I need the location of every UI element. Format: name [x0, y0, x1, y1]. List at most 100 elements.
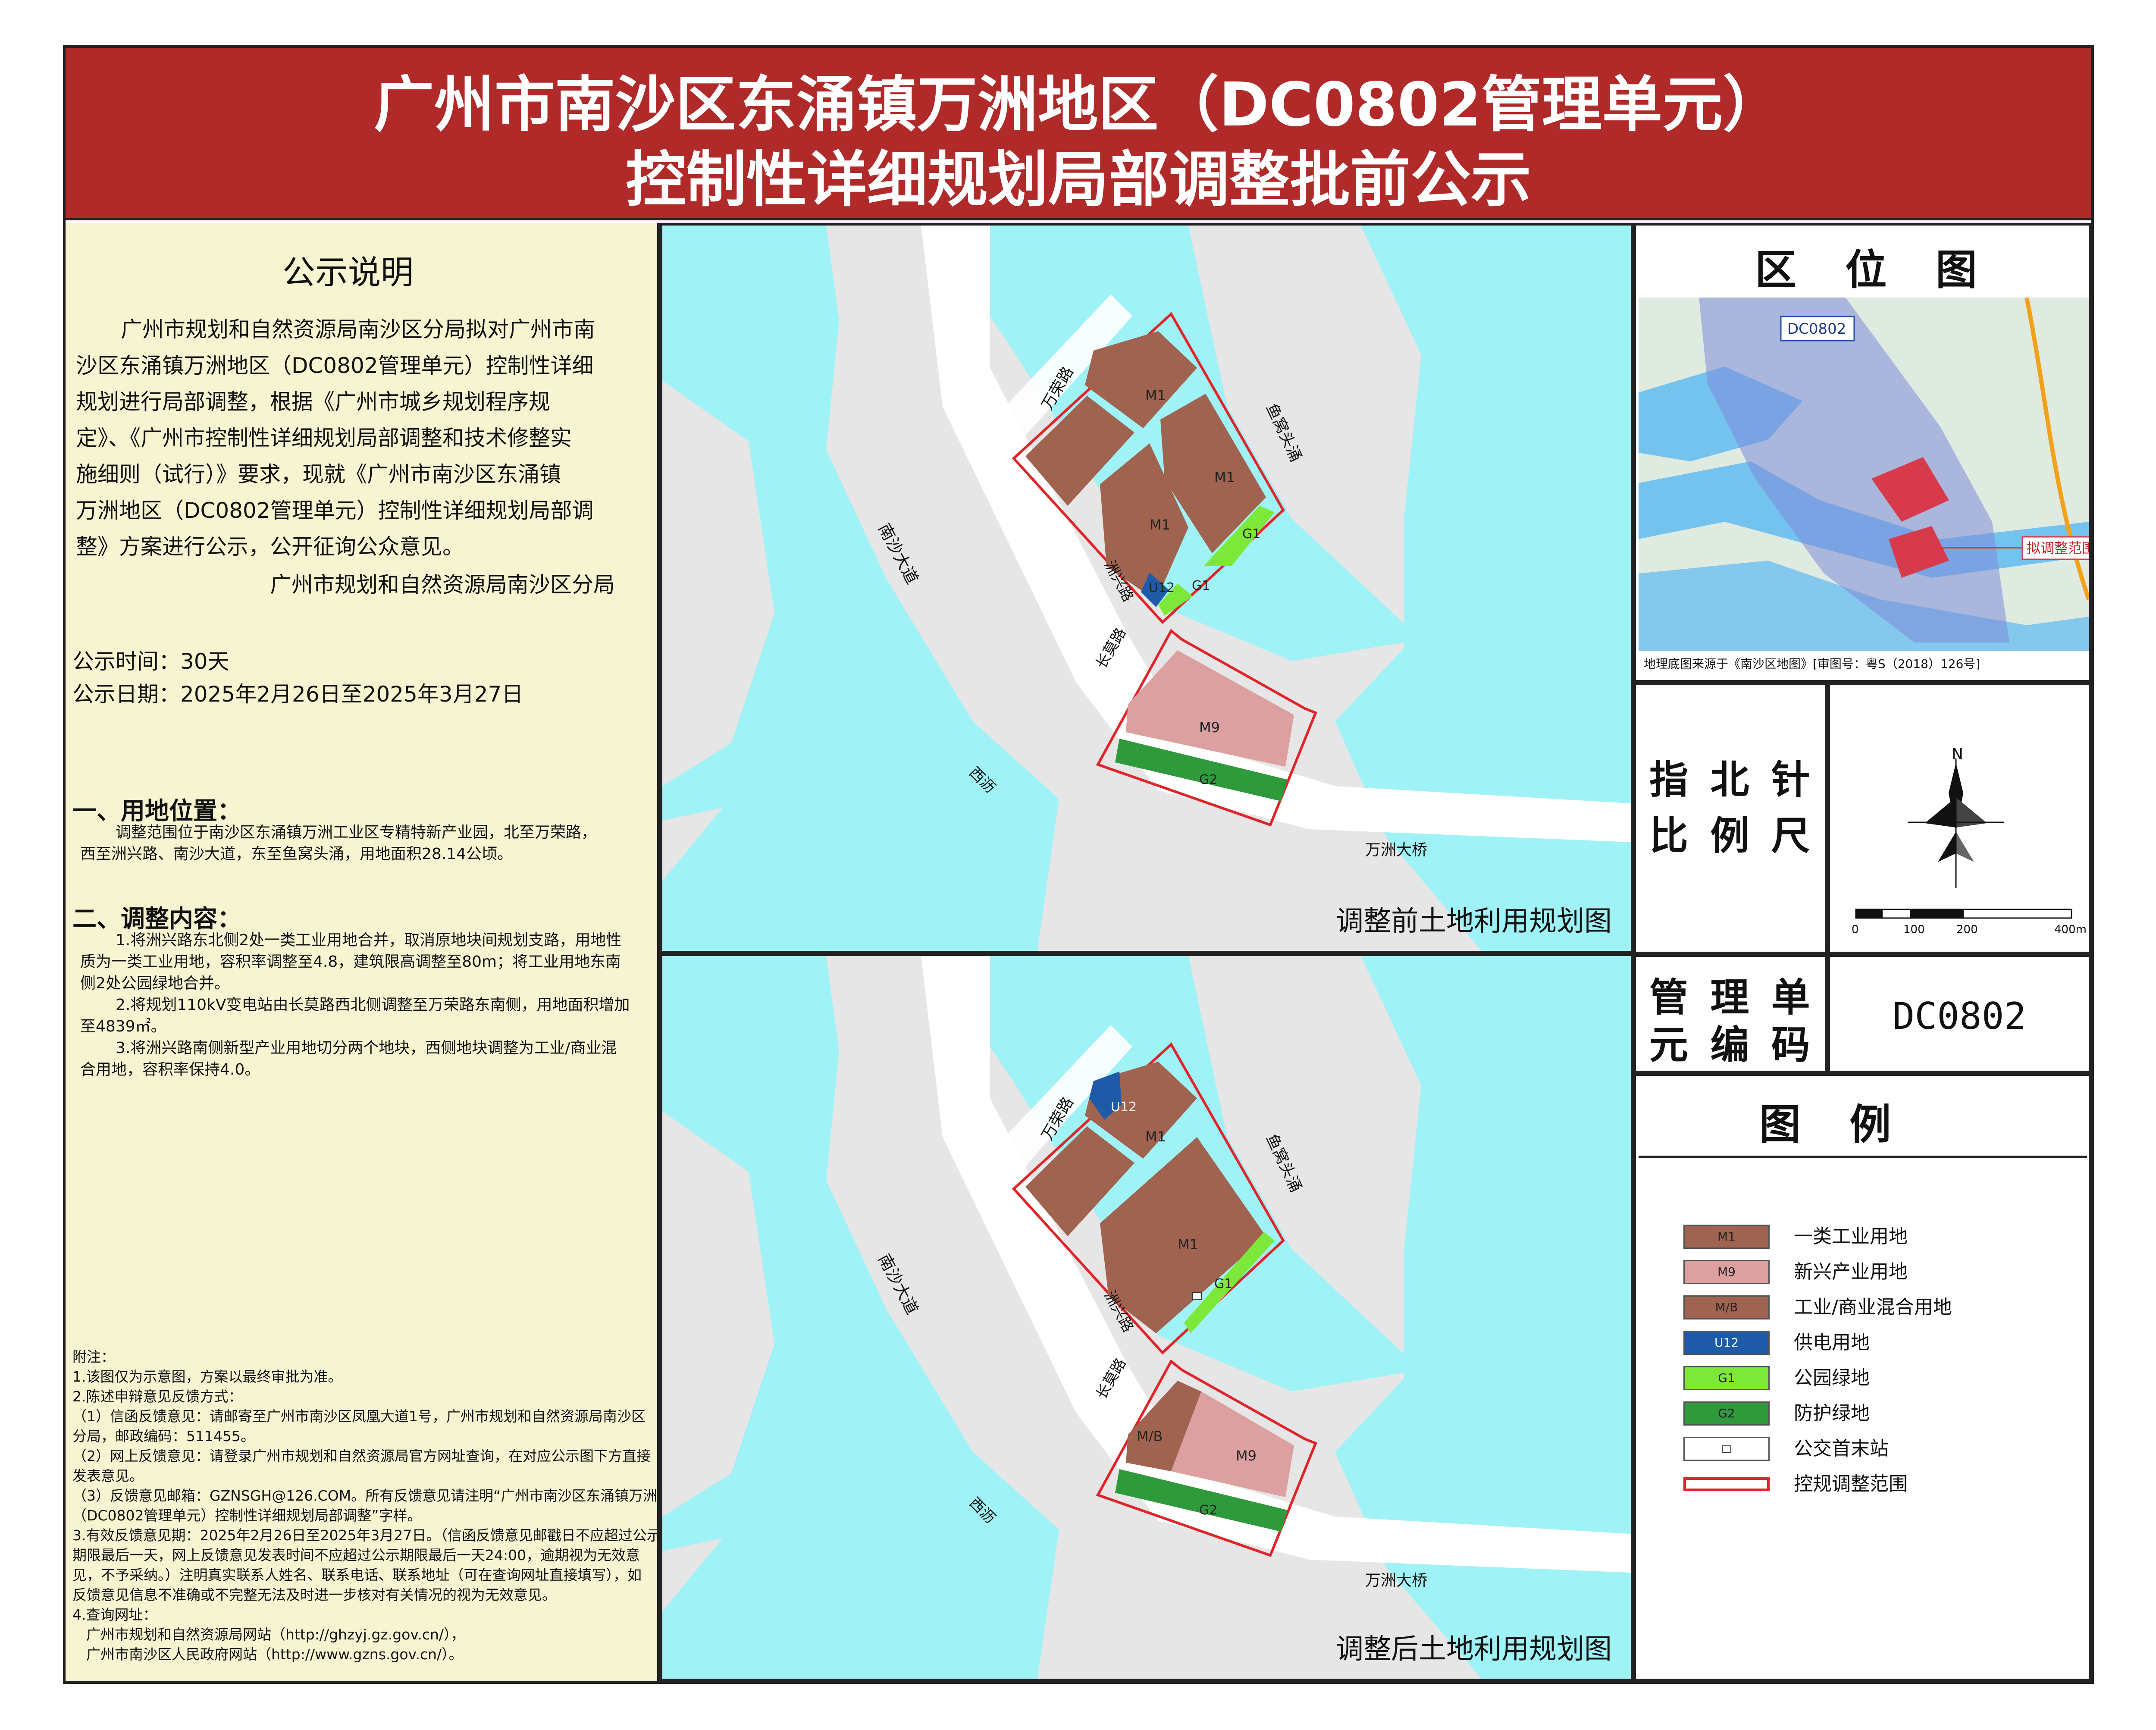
header-banner: 广州市南沙区东涌镇万洲地区（DC0802管理单元） 控制性详细规划局部调整批前公… — [66, 48, 2091, 220]
parcel-label: M1 — [1214, 469, 1235, 486]
unit-label: DC0802 — [1787, 320, 1846, 338]
north-label: 指 北 针 — [1649, 757, 1814, 802]
scale-bar — [1855, 909, 2072, 919]
unit-code-cell: DC0802 — [1827, 954, 2091, 1073]
legend-swatch-u12: U12 — [1683, 1331, 1770, 1355]
parcel-label: G2 — [1199, 1503, 1217, 1518]
range-label: 拟调整范围 — [2027, 540, 2089, 556]
notes-line: 2.陈述申辩意见反馈方式： — [72, 1388, 243, 1405]
notes-line: （DC0802管理单元）控制性详细规划局部调整”字样。 — [72, 1507, 422, 1524]
notes-line: 4.查询网址： — [72, 1606, 157, 1623]
notice-line: 整》方案进行公示，公开征询公众意见。 — [76, 534, 464, 559]
notes-line: 广州市规划和自然资源局网站（http://ghzyj.gz.gov.cn/）， — [86, 1626, 465, 1643]
adjustment-line: 3.将洲兴路南侧新型产业用地切分两个地块，西侧地块调整为工业/商业混 — [116, 1039, 617, 1057]
map-before: M1 M1 M1 U12 G1 G1 M9 G2 万荣路 鱼窝头涌 南沙大道 洲… — [660, 223, 1633, 953]
map-source: 地理底图来源于《南沙区地图》[审图号：粤S（2018）126号] — [1639, 651, 2089, 677]
legend-label: 防护绿地 — [1794, 1402, 1870, 1424]
adjustment-line: 1.将洲兴路东北侧2处一类工业用地合并，取消原地块间规划支路，用地性 — [116, 931, 622, 949]
legend-label: 供电用地 — [1794, 1332, 1870, 1354]
map-after-title: 调整后土地利用规划图 — [1336, 1633, 1612, 1665]
legend-swatch-m9: M9 — [1683, 1260, 1770, 1284]
map-after: U12 M1 M1 G1 M/B M9 G2 万荣路 鱼窝头涌 南沙大道 洲兴路… — [660, 953, 1633, 1681]
legend-divider — [1639, 1156, 2087, 1158]
adjustment-line: 2.将规划110kV变电站由长莫路西北侧调整至万荣路东南侧，用地面积增加 — [116, 996, 630, 1014]
location-map-image: DC0802 拟调整范围 — [1639, 298, 2089, 677]
notice-line: 沙区东涌镇万洲地区（DC0802管理单元）控制性详细 — [76, 353, 594, 378]
parcel-label: G1 — [1242, 527, 1260, 542]
notes-line: 期限最后一天，网上反馈意见发表时间不应超过公示期限最后一天24:00，逾期视为无… — [72, 1547, 640, 1564]
scale-tick: 400m — [2054, 923, 2087, 936]
road-label: 万洲大桥 — [1365, 841, 1427, 859]
map-before-title: 调整前土地利用规划图 — [1336, 906, 1612, 937]
legend-label: 新兴产业用地 — [1794, 1261, 1908, 1283]
legend-label: 工业/商业混合用地 — [1794, 1296, 1952, 1318]
parcel-label: M1 — [1178, 1236, 1198, 1253]
parcel-label: G2 — [1199, 772, 1217, 787]
notice-line: 施细则（试行）》要求，现就《广州市南沙区东涌镇 — [76, 462, 561, 487]
notes-line: （3）反馈意见邮箱：GZNSGH@126.COM。所有反馈意见请注明“广州市南沙… — [72, 1487, 686, 1504]
legend-label: 一类工业用地 — [1794, 1225, 1908, 1247]
notice-line: 广州市规划和自然资源局南沙区分局拟对广州市南 — [121, 317, 595, 342]
location-map-title: 区 位 图 — [1755, 246, 1994, 294]
notes-line: 广州市南沙区人民政府网站（http://www.gzns.gov.cn/）。 — [86, 1646, 463, 1663]
title-line-1: 广州市南沙区东涌镇万洲地区（DC0802管理单元） — [373, 70, 1783, 140]
scale-label: 比 例 尺 — [1649, 813, 1814, 859]
location-line: 调整范围位于南沙区东涌镇万洲工业区专精特新产业园，北至万荣路， — [116, 824, 597, 841]
bus-terminal-icon — [1192, 1292, 1202, 1300]
notice-period: 公示时间：30天 — [72, 649, 229, 674]
notice-dates: 公示日期：2025年2月26日至2025年3月27日 — [72, 682, 523, 707]
parcel-label: M/B — [1137, 1428, 1163, 1445]
notes-line: 附注： — [72, 1348, 115, 1365]
scale-tick: 0 — [1852, 923, 1859, 936]
notes-line: （2）网上反馈意见：请登录广州市规划和自然资源局官方网址查询，在对应公示图下方直… — [72, 1448, 651, 1464]
adjustment-heading: 二、调整内容： — [72, 905, 241, 933]
legend-label: 控规调整范围 — [1794, 1473, 1908, 1495]
map-after-canvas: U12 M1 M1 G1 M/B M9 G2 万荣路 鱼窝头涌 南沙大道 洲兴路… — [662, 956, 1631, 1679]
adjustment-line: 合用地，容积率保持4.0。 — [80, 1061, 260, 1078]
unit-code-label-2: 元 编 码 — [1649, 1022, 1814, 1068]
location-heading: 一、用地位置： — [72, 797, 241, 825]
north-scale-cell: N 0 100 200 400m — [1827, 683, 2091, 954]
notice-line: 规划进行局部调整，根据《广州市城乡规划程序规 — [76, 389, 550, 414]
notes-line: 1.该图仅为示意图，方案以最终审批为准。 — [72, 1368, 342, 1385]
road-label: 万洲大桥 — [1365, 1572, 1427, 1589]
parcel-label: M1 — [1145, 387, 1166, 404]
legend-swatch-g2: G2 — [1683, 1401, 1770, 1426]
parcel-label: M1 — [1150, 517, 1170, 533]
legend-swatch-boundary — [1683, 1472, 1770, 1496]
parcel-label: G1 — [1192, 578, 1210, 593]
notice-title: 公示说明 — [282, 253, 414, 291]
legend-label: 公园绿地 — [1794, 1367, 1870, 1389]
notes-line: 见，不予采纳。）注明真实联系人姓名、联系电话、联系地址（可在查询网址直接填写），… — [72, 1567, 642, 1583]
legend-swatch-mb: M/B — [1683, 1295, 1770, 1319]
parcel-label: U12 — [1111, 1100, 1137, 1115]
title-line-2: 控制性详细规划局部调整批前公示 — [625, 145, 1531, 215]
notice-line: 万洲地区（DC0802管理单元）控制性详细规划局部调 — [76, 498, 594, 523]
notice-line: 定》、《广州市控制性详细规划局部调整和技术修整实 — [76, 426, 572, 451]
scale-tick: 200 — [1956, 923, 1978, 936]
adjustment-line: 质为一类工业用地，容积率调整至4.8，建筑限高调整至80m；将工业用地东南 — [80, 953, 621, 971]
bus-terminal-icon — [1722, 1445, 1731, 1453]
notes-line: 反馈意见信息不准确或不完整无法及时进一步核对有关情况的视为无效意见。 — [72, 1586, 556, 1603]
notes-line: 分局，邮政编码：511455。 — [72, 1428, 255, 1445]
boundary-line-icon — [1683, 1477, 1770, 1491]
north-arrow-icon — [1908, 758, 2004, 888]
unit-code-value: DC0802 — [1892, 995, 2027, 1038]
legend-title: 图 例 — [1759, 1100, 1908, 1149]
notes-line: 发表意见。 — [72, 1467, 144, 1484]
location-line: 西至洲兴路、南沙大道，东至鱼窝头涌，用地面积28.14公顷。 — [80, 845, 513, 863]
legend-swatch-m1: M1 — [1683, 1225, 1770, 1249]
notes-line: （1）信函反馈意见：请邮寄至广州市南沙区凤凰大道1号，广州市规划和自然资源局南沙… — [72, 1408, 646, 1425]
parcel-label: M9 — [1236, 1448, 1257, 1464]
adjustment-line: 侧2处公园绿地合并。 — [80, 975, 230, 992]
scale-tick: 100 — [1903, 923, 1925, 936]
notice-signature: 广州市规划和自然资源局南沙区分局 — [270, 572, 615, 597]
legend-swatch-bus — [1683, 1437, 1770, 1461]
parcel-label: M1 — [1145, 1128, 1166, 1145]
notes-line: 3.有效反馈意见期：2025年2月26日至2025年3月27日。（信函反馈意见邮… — [72, 1527, 661, 1544]
north-letter: N — [1952, 746, 1963, 763]
legend-label: 公交首末站 — [1794, 1438, 1889, 1460]
parcel-label: M9 — [1199, 719, 1220, 736]
legend-swatch-g1: G1 — [1683, 1366, 1770, 1390]
parcel-label: U12 — [1149, 580, 1175, 595]
